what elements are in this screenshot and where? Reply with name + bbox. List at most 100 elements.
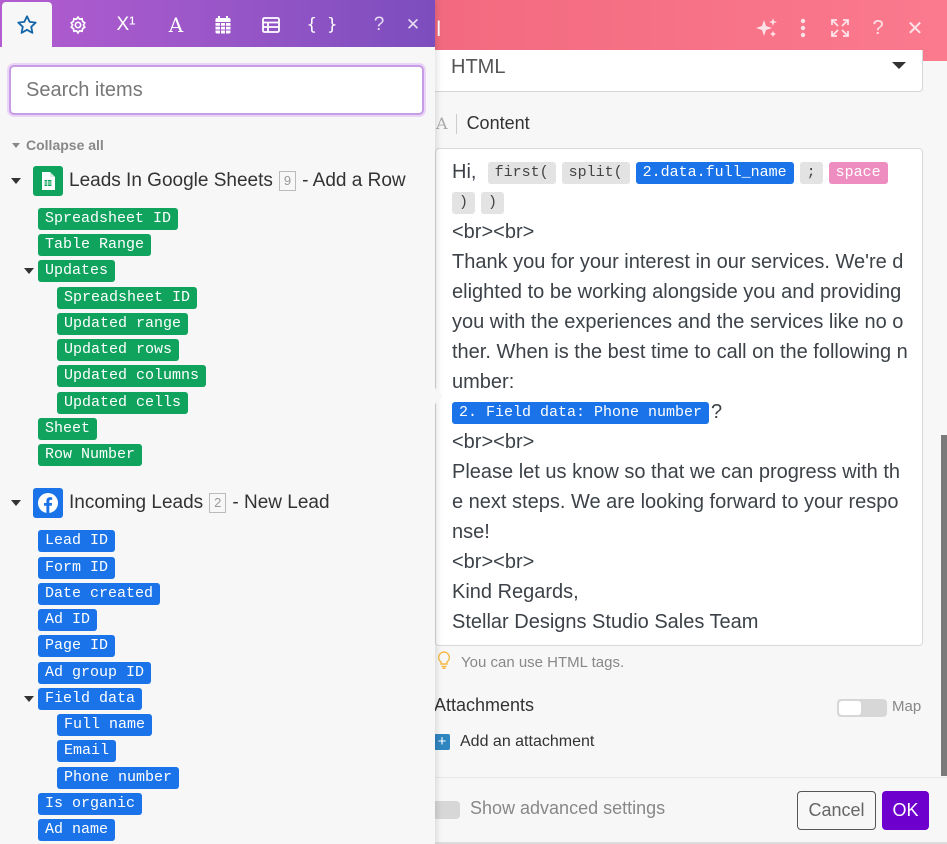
mapping-item[interactable]: Full name	[57, 714, 153, 736]
variable-token-phone-number[interactable]: 2. Field data: Phone number	[452, 402, 710, 424]
tab-math[interactable]: X¹	[101, 2, 151, 47]
mapping-item[interactable]: Ad group ID	[38, 662, 152, 684]
tab-json[interactable]: { }	[297, 2, 347, 47]
divider	[455, 113, 457, 134]
mapping-item[interactable]: Updated cells	[57, 392, 189, 414]
content-field-label: A Content	[436, 113, 530, 134]
mapping-item[interactable]: Updates	[38, 260, 116, 282]
tab-text[interactable]: A	[151, 2, 201, 47]
mapping-item[interactable]: Email	[57, 740, 117, 762]
panel-close-button[interactable]: ✕	[388, 2, 438, 47]
module-facebook-header[interactable]: Incoming Leads 2 - New Lead	[11, 488, 330, 518]
mapping-item[interactable]: Row Number	[38, 444, 143, 466]
close-paren-token[interactable]: )	[481, 192, 505, 214]
lightbulb-icon	[437, 651, 451, 674]
hint-text: You can use HTML tags.	[461, 654, 625, 671]
close-icon: ✕	[405, 14, 421, 34]
caret-down-icon	[11, 500, 21, 506]
mapping-item[interactable]: Form ID	[38, 557, 116, 579]
superscript-icon: X¹	[116, 13, 136, 35]
help-icon[interactable]: ?	[864, 14, 892, 42]
mapping-item[interactable]: Spreadsheet ID	[38, 208, 179, 230]
function-token-split[interactable]: split(	[561, 162, 630, 184]
map-toggle[interactable]	[837, 699, 887, 717]
greeting-text: Hi,	[452, 161, 477, 183]
attachments-label: Attachments	[434, 695, 535, 715]
mapping-item[interactable]: Page ID	[38, 635, 116, 657]
add-attachment-label: Add an attachment	[460, 733, 595, 750]
expand-icon[interactable]	[826, 14, 854, 42]
close-icon[interactable]: ✕	[901, 14, 929, 42]
star-icon	[16, 14, 38, 36]
mapping-item[interactable]: Phone number	[57, 767, 180, 789]
plus-icon: +	[434, 734, 450, 750]
collapse-all-label: Collapse all	[26, 137, 104, 153]
tab-array[interactable]	[246, 2, 296, 47]
separator-token[interactable]: ;	[799, 162, 823, 184]
mapping-item[interactable]: Field data	[38, 688, 143, 710]
scrollbar[interactable]	[941, 435, 947, 776]
braces-icon: { }	[306, 14, 338, 35]
content-text: <br><br>	[452, 431, 535, 453]
mapping-item[interactable]: Lead ID	[38, 530, 116, 552]
module-google-sheets-header[interactable]: Leads In Google Sheets 9 - Add a Row	[11, 166, 406, 196]
mapping-panel: X¹ A { } ? ✕ Collapse all Leads I	[0, 0, 435, 844]
search-box	[9, 65, 424, 115]
module-id-badge: 2	[209, 493, 227, 513]
content-label: Content	[466, 113, 530, 133]
body-format-select[interactable]: HTML	[430, 50, 923, 92]
map-label: Map	[892, 698, 922, 715]
ok-button[interactable]: OK	[882, 791, 929, 830]
content-text: Stellar Designs Studio Sales Team	[452, 611, 759, 633]
table-icon	[262, 16, 280, 33]
content-text: Please let us know so that we can progre…	[452, 461, 901, 543]
google-sheets-icon	[33, 166, 63, 196]
collapse-all-button[interactable]: Collapse all	[12, 137, 104, 153]
content-text: <br><br>	[452, 551, 535, 573]
module-action: - New Lead	[232, 492, 330, 513]
gear-icon	[68, 15, 88, 35]
mapping-item[interactable]: Table Range	[38, 234, 152, 256]
module-name: Incoming Leads	[69, 492, 204, 513]
body-format-value: HTML	[451, 56, 506, 78]
sparkles-icon[interactable]	[753, 14, 781, 42]
tab-date[interactable]	[198, 2, 248, 47]
html-hint: You can use HTML tags.	[437, 651, 624, 674]
caret-down-icon[interactable]	[24, 696, 34, 702]
close-paren-token[interactable]: )	[452, 192, 476, 214]
more-vertical-icon[interactable]	[789, 14, 817, 42]
tab-favorites[interactable]	[2, 2, 52, 47]
search-input[interactable]	[11, 67, 422, 113]
mapping-item[interactable]: Updated columns	[57, 365, 207, 387]
facebook-icon	[33, 488, 63, 518]
keyword-token-space[interactable]: space	[828, 162, 888, 184]
mapping-item[interactable]: Updated rows	[57, 339, 180, 361]
mapping-item[interactable]: Date created	[38, 583, 161, 605]
phone-line: 2. Field data: Phone number?	[452, 397, 908, 427]
mapping-item[interactable]: Sheet	[38, 418, 98, 440]
cancel-button[interactable]: Cancel	[797, 791, 876, 830]
text-icon: A	[168, 12, 184, 37]
content-text: ?	[711, 401, 723, 423]
content-text: Kind Regards,	[452, 581, 579, 603]
module-name: Leads In Google Sheets	[69, 170, 273, 191]
mapping-item[interactable]: Ad name	[38, 819, 116, 841]
greeting-line: Hi, first(split(2.data.full_name; space )…	[452, 157, 908, 217]
tab-general[interactable]	[53, 2, 103, 47]
mapping-item[interactable]: Ad ID	[38, 609, 98, 631]
mapping-item[interactable]: Spreadsheet ID	[57, 287, 198, 309]
help-icon: ?	[373, 13, 385, 35]
function-token-first[interactable]: first(	[487, 162, 556, 184]
mapping-item[interactable]: Is organic	[38, 793, 143, 815]
variable-token-full-name[interactable]: 2.data.full_name	[635, 162, 794, 184]
add-attachment-button[interactable]: + Add an attachment	[434, 733, 594, 751]
caret-down-icon[interactable]	[24, 268, 34, 274]
module-action: - Add a Row	[302, 170, 406, 191]
module-id-badge: 9	[278, 171, 297, 191]
chevron-down-icon	[892, 62, 906, 69]
advanced-settings-toggle[interactable]	[432, 801, 460, 819]
toggle-knob	[839, 701, 861, 715]
content-editor[interactable]: Hi, first(split(2.data.full_name; space )…	[435, 148, 923, 646]
mapping-item[interactable]: Updated range	[57, 313, 189, 335]
content-text: <br><br>	[452, 221, 535, 243]
